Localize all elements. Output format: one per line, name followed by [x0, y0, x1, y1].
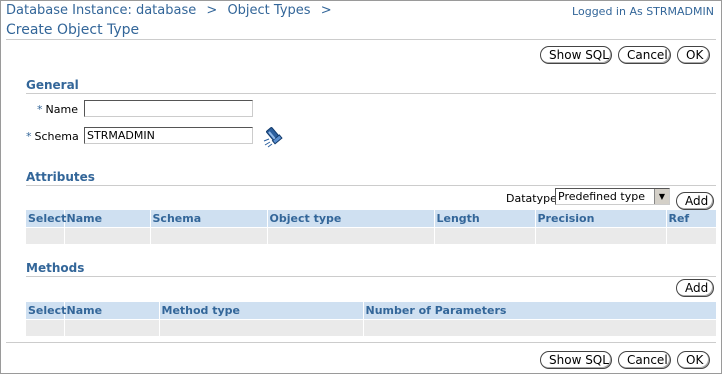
column-header-number-of-parameters: Number of Parameters	[363, 302, 717, 320]
schema-input[interactable]: STRMADMIN	[84, 127, 253, 144]
flashlight-icon[interactable]	[262, 124, 288, 148]
datatype-label: Datatype	[506, 192, 557, 205]
required-marker: *	[26, 130, 32, 143]
column-header-object-type: Object type	[267, 210, 435, 228]
column-header-length: Length	[434, 210, 536, 228]
breadcrumb-separator: >	[320, 3, 332, 18]
column-header-method-type: Method type	[159, 302, 364, 320]
column-header-ref: Ref	[666, 210, 717, 228]
general-heading: General	[26, 78, 79, 92]
column-header-name: Name	[64, 302, 160, 320]
add-method-button[interactable]: Add	[676, 279, 714, 297]
table-row	[26, 227, 717, 244]
breadcrumb: Database Instance: database > Object Typ…	[6, 3, 338, 18]
column-header-select: Select	[26, 210, 66, 228]
ok-button-bottom[interactable]: OK	[677, 351, 710, 369]
cancel-button-bottom[interactable]: Cancel	[618, 351, 671, 369]
dropdown-arrow-icon[interactable]: ▼	[654, 189, 669, 204]
attributes-table: Select Name Schema Object type Length Pr…	[26, 210, 717, 244]
methods-table: Select Name Method type Number of Parame…	[26, 302, 717, 336]
column-header-name: Name	[64, 210, 151, 228]
datatype-select-value: Predefined type	[558, 190, 645, 203]
breadcrumb-database-link[interactable]: Database Instance: database	[6, 3, 196, 18]
datatype-select[interactable]: Predefined type ▼	[555, 188, 670, 205]
schema-label-text: Schema	[34, 130, 79, 143]
methods-divider	[26, 276, 716, 277]
column-header-select: Select	[26, 302, 66, 320]
table-header-row: Select Name Schema Object type Length Pr…	[26, 210, 717, 228]
methods-heading: Methods	[26, 261, 85, 275]
ok-button[interactable]: OK	[677, 46, 710, 64]
attributes-heading: Attributes	[26, 170, 95, 184]
name-input[interactable]	[84, 100, 253, 117]
table-row	[26, 319, 717, 336]
column-header-precision: Precision	[535, 210, 667, 228]
name-label: * Name	[30, 103, 78, 116]
logged-in-text: Logged in As STRMADMIN	[572, 5, 714, 18]
schema-label: * Schema	[26, 130, 79, 143]
title-divider	[6, 39, 716, 40]
page-title: Create Object Type	[6, 22, 140, 38]
footer-divider	[6, 342, 716, 343]
table-header-row: Select Name Method type Number of Parame…	[26, 302, 717, 320]
add-attribute-button[interactable]: Add	[676, 192, 714, 210]
required-marker: *	[37, 103, 43, 116]
cancel-button[interactable]: Cancel	[618, 46, 671, 64]
breadcrumb-separator: >	[206, 3, 218, 18]
breadcrumb-object-types-link[interactable]: Object Types	[227, 3, 310, 18]
show-sql-button-bottom[interactable]: Show SQL	[540, 351, 612, 369]
show-sql-button[interactable]: Show SQL	[540, 46, 612, 64]
name-label-text: Name	[45, 103, 78, 116]
general-divider	[26, 93, 716, 94]
column-header-schema: Schema	[150, 210, 268, 228]
attributes-divider	[26, 185, 716, 186]
